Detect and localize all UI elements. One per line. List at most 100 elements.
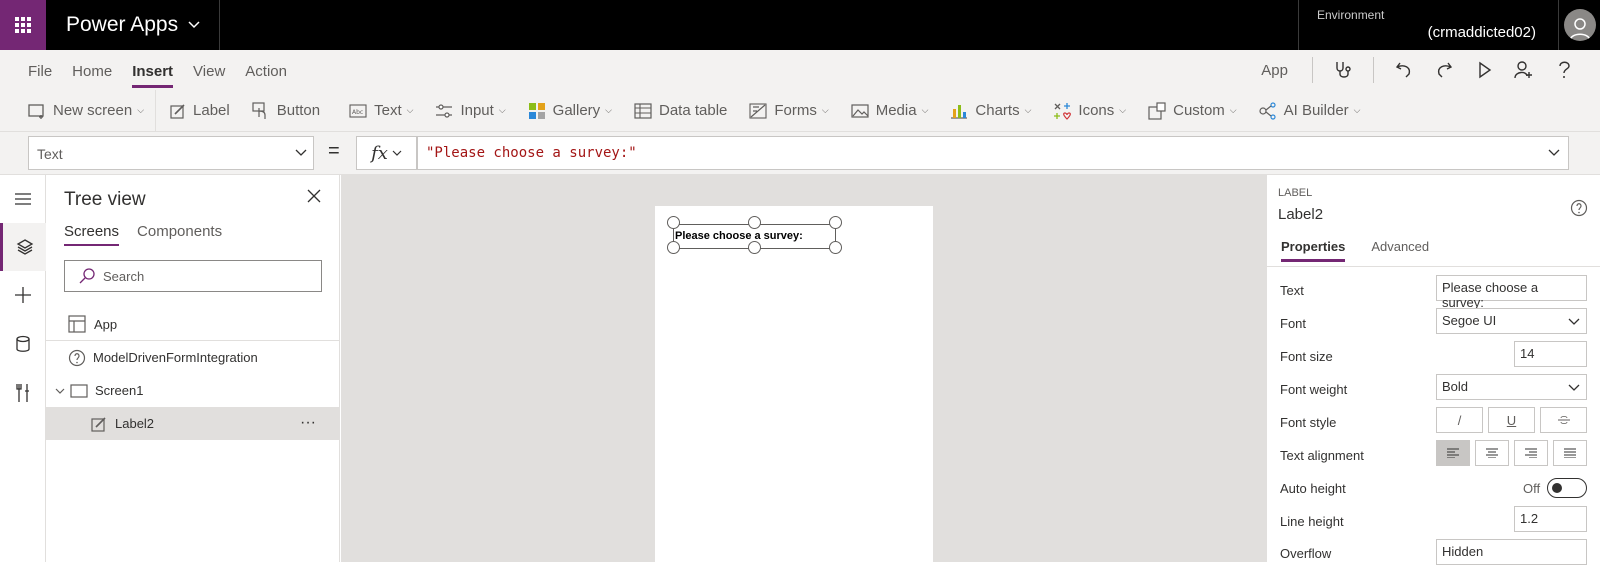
redo-button[interactable] (1428, 54, 1460, 86)
tree-node-model-driven-form-integration[interactable]: ModelDrivenFormIntegration (46, 341, 340, 374)
font-dropdown[interactable]: Segoe UI (1436, 308, 1587, 334)
tab-properties[interactable]: Properties (1281, 239, 1346, 262)
align-left-button[interactable] (1436, 440, 1470, 466)
text-label: Text (374, 102, 402, 119)
share-button[interactable] (1508, 54, 1540, 86)
insert-data-table-button[interactable]: Data table (623, 90, 738, 132)
app-screen[interactable]: Please choose a survey: (655, 206, 933, 566)
app-checker-label: App (1261, 61, 1288, 79)
layers-icon (16, 239, 33, 255)
tree-node-app[interactable]: App (46, 308, 340, 341)
auto-height-toggle[interactable] (1547, 478, 1587, 498)
chevron-down-icon: ⌵ (1229, 105, 1237, 115)
advanced-tools-button[interactable] (0, 369, 46, 417)
data-button[interactable] (0, 320, 46, 368)
line-height-input[interactable]: 1.2 (1514, 506, 1587, 532)
help-button[interactable] (1548, 54, 1580, 86)
insert-custom-button[interactable]: Custom ⌵ (1137, 90, 1248, 132)
new-screen-button[interactable]: New screen ⌵ (0, 90, 155, 132)
italic-button[interactable]: / (1436, 407, 1483, 433)
insert-ai-builder-button[interactable]: AI Builder ⌵ (1248, 90, 1372, 132)
chevron-down-icon (1548, 149, 1560, 156)
strikethrough-icon (1557, 416, 1570, 424)
menu-home[interactable]: Home (72, 50, 112, 90)
chevron-down-icon: ⌵ (1119, 105, 1127, 115)
insert-input-button[interactable]: Input ⌵ (424, 90, 516, 132)
menu-action[interactable]: Action (245, 50, 287, 90)
properties-panel: LABEL Label2 Properties Advanced Text Pl… (1266, 175, 1600, 565)
tab-advanced[interactable]: Advanced (1371, 239, 1429, 262)
overflow-dropdown[interactable]: Hidden (1436, 539, 1587, 565)
menu-file[interactable]: File (28, 50, 52, 90)
screen-icon (70, 383, 88, 398)
app-checker-button[interactable] (1327, 54, 1359, 86)
align-right-button[interactable] (1514, 440, 1548, 466)
properties-tabs: Properties Advanced (1281, 239, 1429, 262)
tree-search-input[interactable]: Search (64, 260, 322, 292)
formula-text: "Please choose a survey:" (426, 145, 637, 161)
insert-button[interactable] (0, 271, 46, 319)
menu-view[interactable]: View (193, 50, 225, 90)
preview-button[interactable] (1468, 54, 1500, 86)
environment-picker[interactable]: Environment (crmaddicted02) (1298, 0, 1558, 50)
app-icon (68, 315, 86, 333)
align-left-icon (1447, 448, 1459, 458)
property-dropdown-value: Text (37, 146, 63, 162)
formula-input[interactable]: "Please choose a survey:" (417, 136, 1569, 170)
menu-insert[interactable]: Insert (132, 50, 173, 90)
property-label: Font size (1280, 349, 1333, 364)
align-right-icon (1525, 448, 1537, 458)
text-property-input[interactable]: Please choose a survey: (1436, 275, 1587, 310)
align-center-button[interactable] (1475, 440, 1509, 466)
function-picker[interactable]: fx (356, 136, 417, 170)
user-icon (1568, 18, 1591, 41)
property-label: Text alignment (1280, 448, 1364, 463)
undo-button[interactable] (1388, 54, 1420, 86)
tree-node-label: App (94, 316, 118, 332)
font-size-input[interactable]: 14 (1514, 341, 1587, 367)
app-launcher-button[interactable] (0, 0, 46, 50)
font-weight-dropdown[interactable]: Bold (1436, 374, 1587, 400)
close-tree-view-button[interactable] (307, 189, 321, 208)
fx-icon: fx (371, 142, 388, 164)
insert-gallery-button[interactable]: Gallery ⌵ (517, 90, 623, 132)
insert-button-button[interactable]: Button (241, 90, 331, 132)
close-icon (307, 189, 321, 203)
insert-label-button[interactable]: Label (156, 90, 241, 132)
resize-handle[interactable] (829, 216, 842, 229)
help-button[interactable] (1570, 199, 1588, 222)
tree-node-screen1[interactable]: Screen1 (46, 374, 340, 407)
font-weight-value: Bold (1442, 379, 1469, 394)
insert-icons-button[interactable]: Icons ⌵ (1042, 90, 1137, 132)
property-dropdown[interactable]: Text (28, 136, 314, 170)
tab-screens[interactable]: Screens (64, 223, 120, 246)
waffle-icon (15, 17, 31, 33)
icons-icon (1054, 102, 1072, 120)
resize-handle[interactable] (667, 241, 680, 254)
new-screen-icon (28, 103, 44, 119)
hamburger-button[interactable] (0, 175, 46, 223)
property-label: Line height (1280, 514, 1344, 529)
gallery-icon (528, 102, 545, 119)
resize-handle[interactable] (748, 241, 761, 254)
resize-handle[interactable] (748, 216, 761, 229)
image-icon (851, 103, 869, 118)
tree-view-button[interactable] (0, 223, 46, 271)
chevron-down-icon (1568, 318, 1580, 325)
underline-icon: U (1506, 412, 1517, 428)
insert-charts-button[interactable]: Charts ⌵ (939, 90, 1042, 132)
app-title-button[interactable]: Power Apps (66, 13, 200, 37)
tree-node-label2[interactable]: Label2 ··· (46, 407, 340, 440)
insert-forms-button[interactable]: Forms ⌵ (738, 90, 839, 132)
insert-text-button[interactable]: Abc Text ⌵ (331, 90, 424, 132)
tab-components[interactable]: Components (137, 223, 222, 246)
insert-media-button[interactable]: Media ⌵ (840, 90, 940, 132)
underline-button[interactable]: U (1488, 407, 1535, 433)
account-button[interactable] (1558, 0, 1600, 50)
strikethrough-button[interactable] (1540, 407, 1587, 433)
resize-handle[interactable] (829, 241, 842, 254)
resize-handle[interactable] (667, 216, 680, 229)
more-options-icon[interactable]: ··· (300, 414, 316, 432)
align-justify-button[interactable] (1553, 440, 1587, 466)
chevron-down-icon: ⌵ (1024, 105, 1032, 115)
